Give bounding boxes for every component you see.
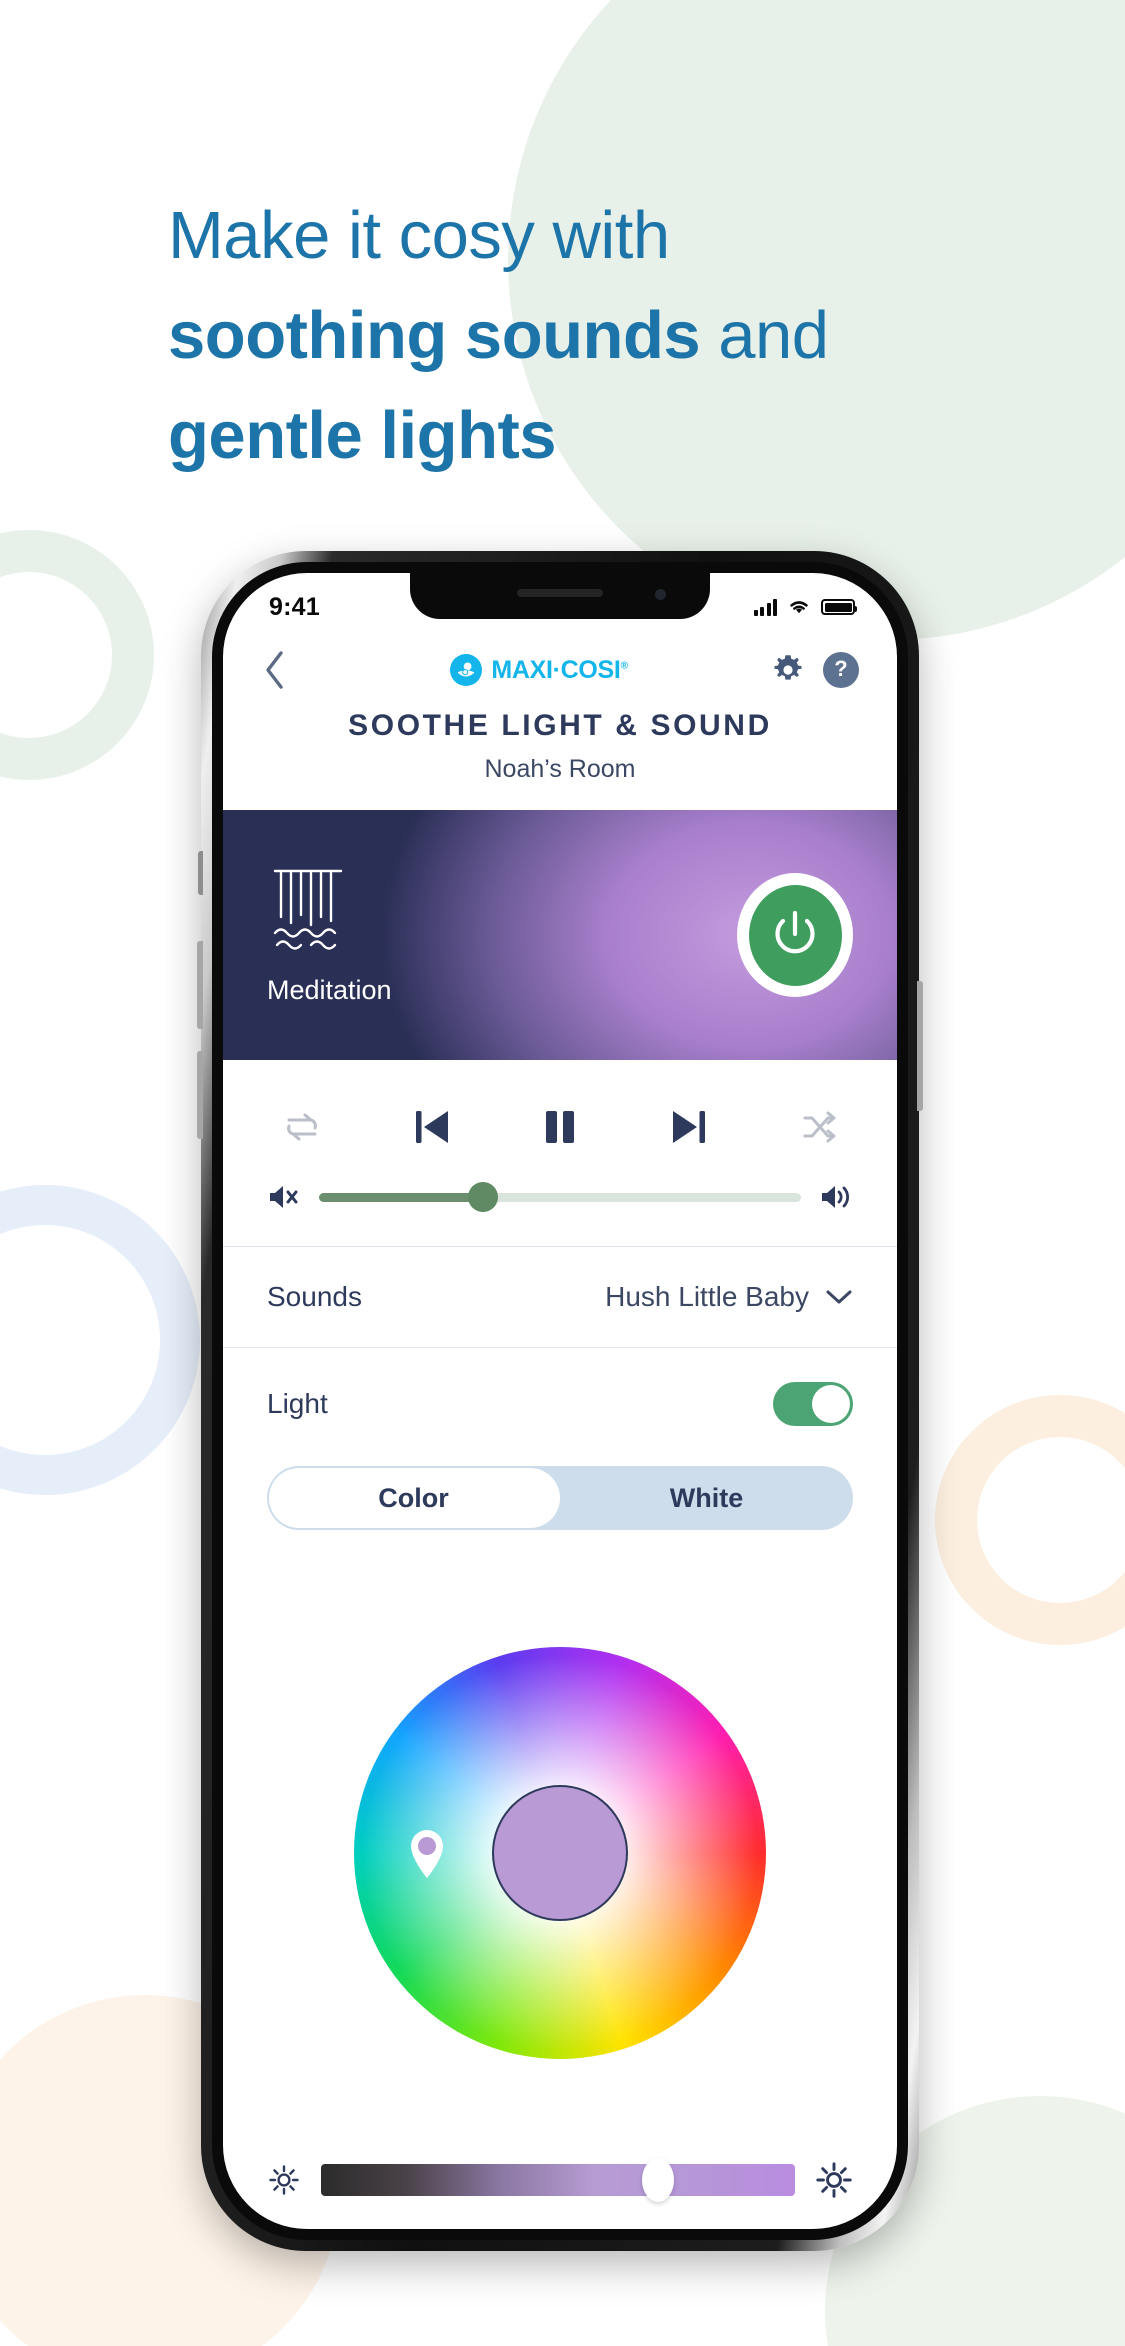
status-bar-time: 9:41 [269, 592, 320, 621]
volume-high-icon[interactable] [819, 1182, 853, 1212]
volume-slider[interactable] [319, 1182, 801, 1212]
phone-volume-down-button[interactable] [197, 1051, 203, 1139]
promo-line-1: Make it cosy with [168, 198, 670, 273]
decor-ring-blue-left [0, 1185, 200, 1495]
sounds-selected-value: Hush Little Baby [605, 1281, 809, 1312]
brand-trademark: ® [620, 660, 628, 672]
sounds-label: Sounds [267, 1281, 362, 1312]
volume-mute-icon[interactable] [267, 1182, 301, 1212]
pause-icon[interactable] [540, 1104, 580, 1150]
tab-white[interactable]: White [560, 1466, 853, 1530]
cellular-signal-icon [753, 598, 777, 616]
phone-screen: 9:41 MAXI·COSI® ? SOOTHE LIGHT & SOUND N… [223, 573, 897, 2229]
banner-mode-label: Meditation [267, 974, 392, 1005]
app-header: MAXI·COSI® ? [223, 631, 897, 703]
now-playing-banner: Meditation [223, 810, 897, 1060]
sounds-row[interactable]: Sounds Hush Little Baby [223, 1247, 897, 1347]
promo-headline: Make it cosy with soothing sounds and ge… [168, 186, 958, 486]
color-wheel[interactable] [354, 1646, 766, 2059]
promo-line-3-bold: gentle lights [168, 398, 557, 473]
rainfall-icon [273, 869, 343, 950]
room-name: Noah’s Room [484, 755, 636, 783]
status-bar-icons [753, 598, 857, 616]
tab-color[interactable]: Color [267, 1466, 560, 1530]
volume-slider-row [223, 1166, 897, 1246]
brightness-low-icon[interactable] [267, 2163, 301, 2197]
skip-previous-icon[interactable] [410, 1104, 454, 1150]
light-label: Light [267, 1388, 328, 1419]
sounds-select[interactable]: Hush Little Baby [605, 1281, 853, 1313]
brand-logo: MAXI·COSI® [307, 654, 771, 686]
light-mode-tabs: Color White [267, 1466, 853, 1530]
header-actions: ? [771, 652, 859, 688]
skip-next-icon[interactable] [667, 1104, 711, 1150]
repeat-icon[interactable] [281, 1106, 323, 1148]
light-toggle[interactable] [773, 1382, 853, 1426]
color-wheel-area [223, 1530, 897, 2155]
chevron-down-icon [826, 1290, 852, 1304]
brightness-high-icon[interactable] [815, 2161, 853, 2199]
phone-notch [410, 573, 710, 619]
brightness-slider-handle[interactable] [641, 2158, 674, 2202]
volume-slider-handle[interactable] [467, 1182, 498, 1212]
phone-mockup: 9:41 MAXI·COSI® ? SOOTHE LIGHT & SOUND N… [197, 551, 923, 2251]
screen-title-block: SOOTHE LIGHT & SOUND Noah’s Room [223, 703, 897, 810]
help-button[interactable]: ? [823, 652, 859, 688]
brightness-slider-row [223, 2155, 897, 2229]
gear-icon[interactable] [771, 653, 805, 687]
brand-name-text: MAXI·COSI [491, 655, 621, 684]
page-title: SOOTHE LIGHT & SOUND [348, 709, 772, 742]
back-button[interactable] [261, 647, 307, 693]
volume-slider-fill [319, 1192, 483, 1202]
power-icon [748, 884, 842, 986]
banner-mode-info: Meditation [267, 865, 392, 1006]
light-row: Light [223, 1348, 897, 1460]
maxi-cosi-baby-logo-icon [450, 654, 483, 686]
promo-line-2-bold: soothing sounds [168, 298, 701, 373]
power-toggle-button[interactable] [737, 873, 853, 997]
brand-wordmark: MAXI·COSI® [491, 655, 628, 685]
decor-ring-green-left [0, 530, 154, 780]
battery-full-icon [821, 599, 857, 615]
phone-volume-up-button[interactable] [197, 941, 203, 1029]
phone-silence-switch[interactable] [198, 851, 203, 895]
selected-color-swatch [492, 1784, 628, 1921]
light-toggle-knob [812, 1385, 850, 1423]
shuffle-icon[interactable] [797, 1106, 839, 1148]
earpiece-speaker [517, 589, 603, 597]
phone-power-button[interactable] [917, 981, 923, 1111]
color-picker-pin-icon[interactable] [406, 1827, 448, 1879]
wifi-icon [790, 601, 808, 614]
decor-ring-peach-right [935, 1395, 1125, 1645]
brightness-slider[interactable] [321, 2158, 795, 2202]
playback-controls [223, 1060, 897, 1166]
front-camera [655, 589, 666, 600]
promo-line-2-rest: and [700, 298, 829, 373]
